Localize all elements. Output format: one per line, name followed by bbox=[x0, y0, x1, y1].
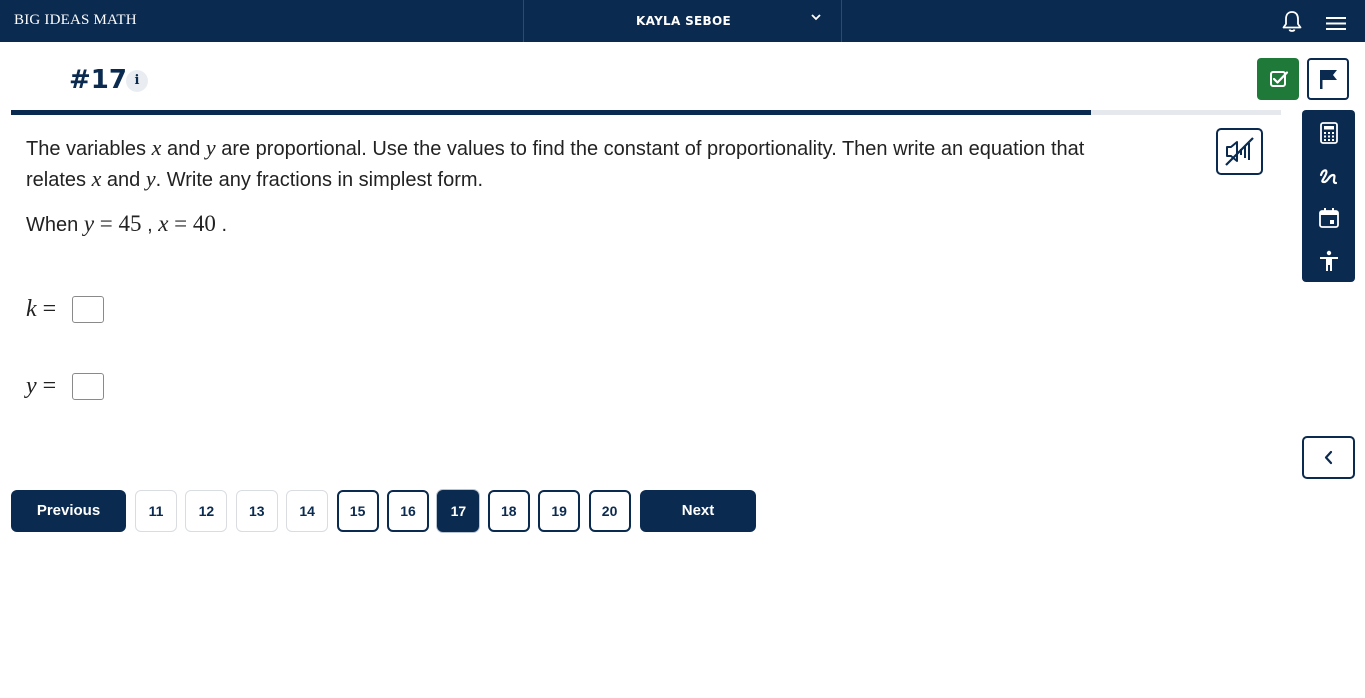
given-values: When y = 45 , x = 40 . bbox=[26, 211, 227, 237]
answer-row-k: k = bbox=[26, 296, 104, 323]
y-answer-input[interactable] bbox=[72, 373, 104, 400]
x-value-equation: x = 40 bbox=[158, 211, 216, 236]
math-var-x: x bbox=[91, 166, 102, 191]
next-button[interactable]: Next bbox=[640, 490, 756, 532]
collapse-panel-button[interactable] bbox=[1302, 436, 1355, 479]
calculator-icon[interactable] bbox=[1317, 121, 1341, 145]
when-label: When bbox=[26, 214, 84, 236]
page-button-18[interactable]: 18 bbox=[487, 490, 530, 532]
answer-label-y: y = bbox=[26, 373, 57, 399]
answer-row-y: y = bbox=[26, 373, 104, 400]
page-button-17[interactable]: 17 bbox=[437, 490, 480, 532]
y-value-equation: y = 45 bbox=[83, 211, 142, 236]
prompt-text: and bbox=[161, 138, 206, 160]
tools-panel bbox=[1302, 110, 1355, 282]
separator: , bbox=[141, 214, 159, 236]
bell-icon[interactable] bbox=[1281, 10, 1303, 34]
flag-button[interactable] bbox=[1307, 58, 1349, 100]
info-button[interactable]: i bbox=[126, 70, 148, 92]
submit-check-button[interactable] bbox=[1257, 58, 1299, 100]
answer-label-k: k = bbox=[26, 296, 57, 322]
hamburger-icon[interactable] bbox=[1326, 15, 1346, 31]
progress-fill bbox=[11, 110, 1091, 115]
accessibility-icon[interactable] bbox=[1317, 249, 1341, 273]
page-button-19[interactable]: 19 bbox=[538, 490, 581, 532]
period: . bbox=[215, 214, 228, 236]
k-answer-input[interactable] bbox=[72, 296, 104, 323]
page-button-11[interactable]: 11 bbox=[135, 490, 177, 532]
math-var-y: y bbox=[205, 135, 216, 160]
flag-icon bbox=[1320, 70, 1337, 89]
page-button-13[interactable]: 13 bbox=[235, 490, 278, 532]
brand-logo[interactable]: BIG IDEAS MATH bbox=[14, 12, 137, 29]
sketch-icon[interactable] bbox=[1317, 164, 1341, 188]
previous-button[interactable]: Previous bbox=[11, 490, 126, 532]
chevron-down-icon bbox=[811, 14, 821, 21]
question-number: #17 bbox=[69, 65, 127, 95]
calendar-icon[interactable] bbox=[1317, 206, 1341, 230]
page-button-15[interactable]: 15 bbox=[336, 490, 379, 532]
check-square-icon bbox=[1270, 71, 1289, 87]
top-bar: BIG IDEAS MATH KAYLA SEBOE bbox=[0, 0, 1365, 42]
chevron-left-icon bbox=[1324, 450, 1333, 465]
audio-muted-icon bbox=[1225, 137, 1254, 166]
user-menu[interactable]: KAYLA SEBOE bbox=[523, 0, 842, 42]
progress-bar bbox=[11, 110, 1281, 115]
page-button-14[interactable]: 14 bbox=[286, 490, 329, 532]
page-button-20[interactable]: 20 bbox=[588, 490, 631, 532]
page-button-12[interactable]: 12 bbox=[185, 490, 228, 532]
prompt-text: The variables bbox=[26, 138, 152, 160]
question-prompt: The variables x and y are proportional. … bbox=[26, 133, 1126, 195]
user-name: KAYLA SEBOE bbox=[636, 14, 731, 28]
math-var-y: y bbox=[145, 166, 156, 191]
prompt-text: and bbox=[101, 169, 146, 191]
prompt-text: . Write any fractions in simplest form. bbox=[155, 169, 484, 191]
math-var-x: x bbox=[151, 135, 162, 160]
audio-button[interactable] bbox=[1216, 128, 1263, 175]
page-button-16[interactable]: 16 bbox=[387, 490, 429, 532]
